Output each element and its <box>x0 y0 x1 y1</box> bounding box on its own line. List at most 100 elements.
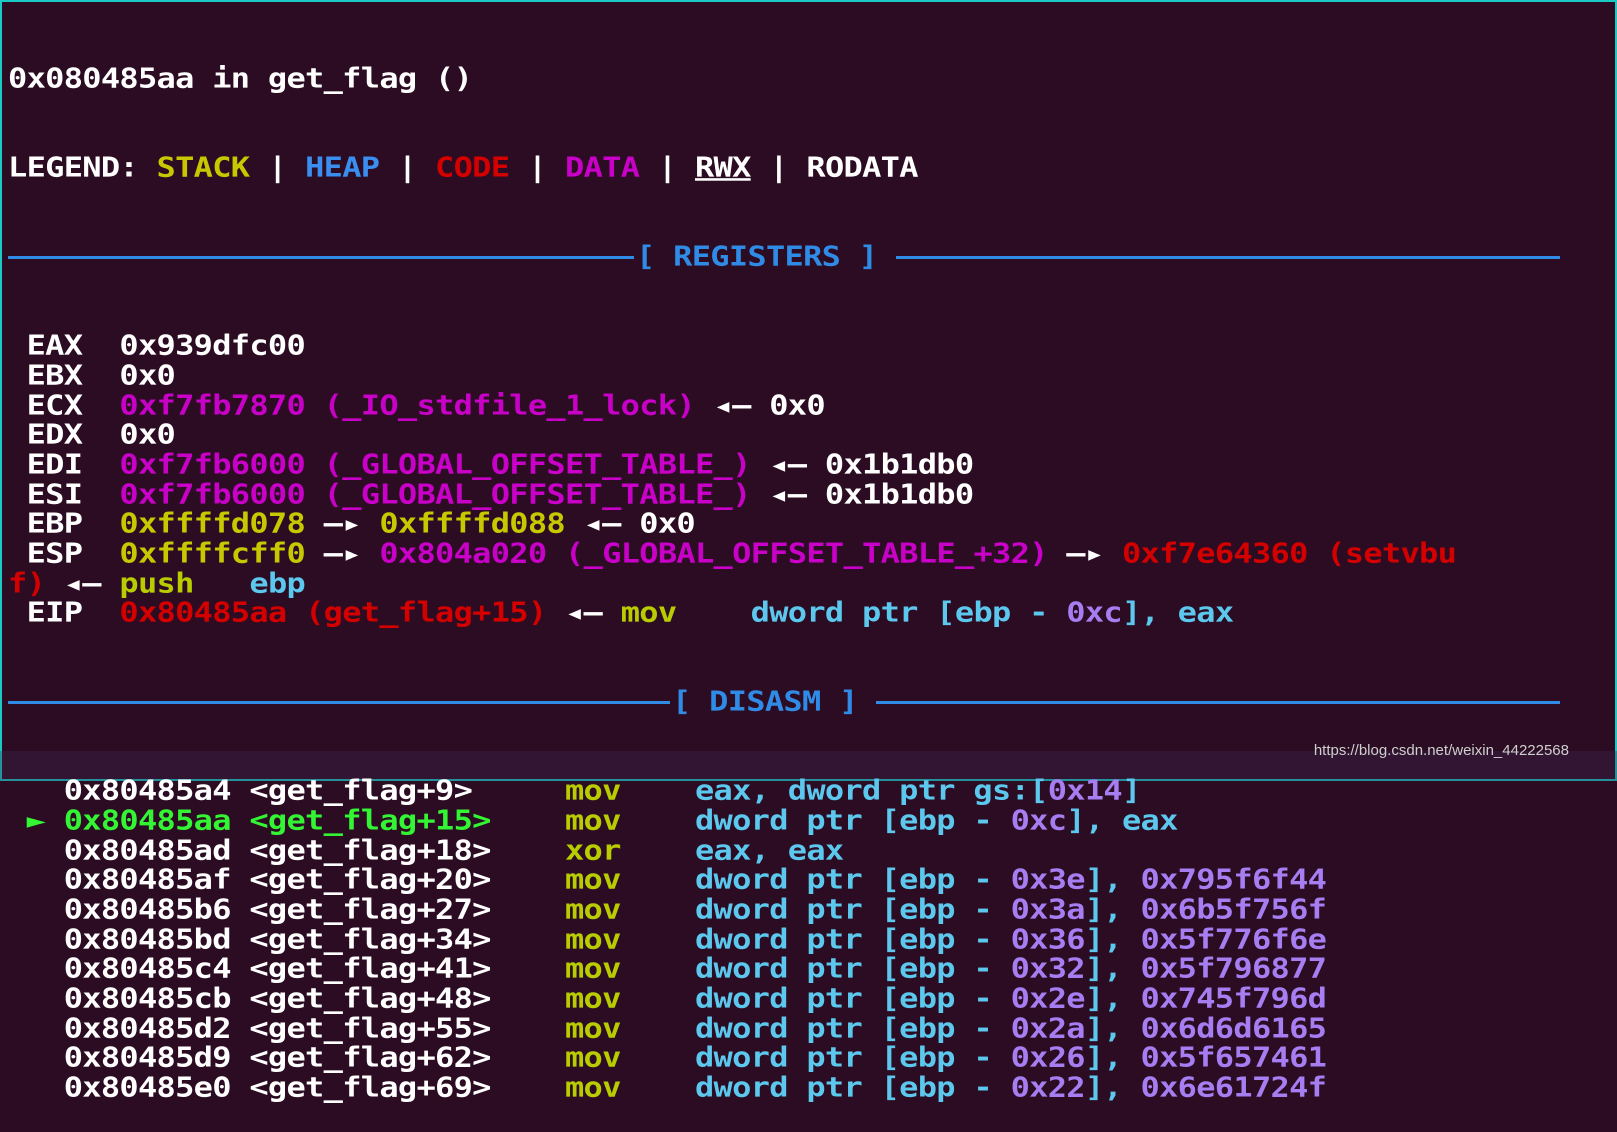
disasm-row[interactable]: 0x80485bd <get_flag+34> mov dword ptr [e… <box>8 925 1456 952</box>
instruction-operand: ], <box>1084 1070 1141 1104</box>
legend: LEGEND: STACK | HEAP | CODE | DATA | RWX… <box>8 154 1456 181</box>
gdb-output[interactable]: 0x080485aa in get_flag () LEGEND: STACK … <box>8 5 1560 1132</box>
instruction-operand: 0x745f796d <box>1140 981 1327 1015</box>
register-value: ◂— 0x1b1db0 <box>750 477 974 510</box>
instruction-mnemonic: xor <box>564 833 621 866</box>
instruction-operand: 0x22 <box>1010 1070 1086 1104</box>
register-value: 0x80485aa (get_flag+15) <box>119 596 547 629</box>
register-value: 0xffffd088 <box>379 507 566 540</box>
legend-item: | <box>639 151 695 184</box>
instruction-address: 0x80485d2 <get_flag+55> <box>63 1011 565 1044</box>
instruction-mnemonic: mov <box>564 981 621 1015</box>
instruction-operand: 0x26 <box>1010 1041 1086 1074</box>
instruction-operand: dword ptr [ebp - <box>620 892 1011 926</box>
current-instruction-marker: ► <box>8 803 64 837</box>
instruction-operand: dword ptr [ebp - <box>620 1041 1011 1074</box>
register-name: EBP <box>8 507 120 540</box>
disasm-row[interactable]: 0x80485cb <get_flag+48> mov dword ptr [e… <box>8 984 1456 1011</box>
register-row: ECX 0xf7fb7870 (_IO_stdfile_1_lock) ◂— 0… <box>8 391 1456 418</box>
register-name: ECX <box>8 388 120 421</box>
register-value: ], eax <box>1121 596 1234 629</box>
instruction-address: 0x80485e0 <get_flag+69> <box>63 1070 565 1104</box>
instruction-operand: 0xc <box>1010 803 1067 837</box>
instruction-mnemonic: mov <box>564 892 621 926</box>
instruction-operand: 0x2a <box>1010 1011 1086 1044</box>
register-value: 0x804a020 (_GLOBAL_OFFSET_TABLE_+32) <box>379 536 1048 570</box>
instruction-operand: 0x14 <box>1047 774 1123 807</box>
instruction-operand: 0x5f796877 <box>1140 952 1327 985</box>
register-name: f) <box>8 566 46 599</box>
instruction-operand: ], <box>1084 952 1141 985</box>
instruction-mnemonic: mov <box>564 952 621 985</box>
register-name: EIP <box>8 596 120 629</box>
instruction-operand: eax, dword ptr gs:[ <box>620 774 1048 807</box>
register-row: ESP 0xffffcff0 —▸ 0x804a020 (_GLOBAL_OFF… <box>8 539 1457 566</box>
instruction-operand: dword ptr [ebp - <box>620 922 1011 955</box>
legend-item: RODATA <box>806 151 918 184</box>
disasm-row[interactable]: 0x80485af <get_flag+20> mov dword ptr [e… <box>8 866 1456 893</box>
legend-item: CODE <box>435 151 510 184</box>
instruction-mnemonic: mov <box>564 803 621 837</box>
current-instruction-marker <box>8 863 64 895</box>
instruction-operand: 0x5f657461 <box>1140 1041 1327 1074</box>
instruction-mnemonic: mov <box>564 922 621 955</box>
instruction-address: 0x80485cb <get_flag+48> <box>63 981 565 1015</box>
legend-item: | <box>379 151 436 184</box>
instruction-operand: 0x6d6d6165 <box>1140 1011 1327 1044</box>
current-instruction-marker <box>8 1011 64 1043</box>
instruction-operand: ], <box>1084 863 1141 896</box>
instruction-operand: 0x6b5f756f <box>1140 892 1327 926</box>
instruction-operand: ] <box>1121 774 1141 807</box>
instruction-operand: ], <box>1084 1011 1141 1044</box>
register-value: 0xc <box>1066 596 1122 629</box>
disasm-separator: [ DISASM ] <box>8 687 1560 717</box>
current-instruction-marker <box>8 834 64 866</box>
register-value: 0xffffcff0 <box>119 536 306 570</box>
disasm-row[interactable]: 0x80485d2 <get_flag+55> mov dword ptr [e… <box>8 1014 1456 1041</box>
legend-item: | <box>249 151 306 184</box>
instruction-operand: dword ptr [ebp - <box>620 863 1011 896</box>
instruction-operand: 0x3a <box>1010 892 1086 926</box>
current-instruction-marker <box>8 923 64 955</box>
instruction-address: 0x80485b6 <get_flag+27> <box>63 892 565 926</box>
register-value: —▸ <box>305 536 380 570</box>
legend-item: DATA <box>565 151 640 184</box>
legend-item: RWX <box>694 151 751 184</box>
instruction-mnemonic: mov <box>564 774 621 807</box>
register-name: ESP <box>8 536 120 570</box>
register-value: ebp <box>249 566 306 599</box>
register-name: EDX <box>8 418 120 451</box>
register-value: 0xf7fb6000 (_GLOBAL_OFFSET_TABLE_) <box>119 477 751 510</box>
instruction-operand: 0x36 <box>1010 922 1086 955</box>
legend-item: | <box>750 151 807 184</box>
register-row: EBX 0x0 <box>8 362 1456 389</box>
register-value: mov <box>620 596 677 629</box>
disasm-row[interactable]: 0x80485e0 <get_flag+69> mov dword ptr [e… <box>8 1073 1456 1100</box>
instruction-address: 0x80485bd <get_flag+34> <box>63 922 565 955</box>
instruction-operand: 0x6e61724f <box>1140 1070 1327 1104</box>
register-name: ESI <box>8 477 120 510</box>
register-value <box>194 567 250 599</box>
disasm-row[interactable]: 0x80485d9 <get_flag+62> mov dword ptr [e… <box>8 1044 1456 1071</box>
disasm-row[interactable]: 0x80485c4 <get_flag+41> mov dword ptr [e… <box>8 955 1456 982</box>
instruction-mnemonic: mov <box>564 1011 621 1044</box>
watermark: https://blog.csdn.net/weixin_44222568 <box>1313 742 1569 759</box>
instruction-mnemonic: mov <box>564 1041 621 1074</box>
legend-item: | <box>509 151 566 184</box>
legend-item: HEAP <box>305 151 380 184</box>
register-name: EBX <box>8 358 120 392</box>
register-value: ◂— 0x0 <box>694 388 826 421</box>
instruction-operand: 0x2e <box>1010 981 1086 1015</box>
current-instruction-marker <box>8 1071 64 1103</box>
register-value: —▸ <box>305 507 380 540</box>
register-value: 0xf7fb7870 (_IO_stdfile_1_lock) <box>119 388 695 421</box>
instruction-operand: dword ptr [ebp - <box>620 803 1011 837</box>
register-value: push <box>119 566 194 599</box>
disasm-row-current[interactable]: ► 0x80485aa <get_flag+15> mov dword ptr … <box>8 806 1456 833</box>
instruction-address: 0x80485af <get_flag+20> <box>63 863 565 896</box>
disasm-row[interactable]: 0x80485ad <get_flag+18> xor eax, eax <box>8 836 1456 863</box>
register-name: EAX <box>8 329 120 362</box>
disasm-row[interactable]: 0x80485b6 <get_flag+27> mov dword ptr [e… <box>8 895 1456 922</box>
disasm-row[interactable]: 0x80485a4 <get_flag+9> mov eax, dword pt… <box>8 777 1456 804</box>
instruction-address: 0x80485c4 <get_flag+41> <box>63 952 565 985</box>
